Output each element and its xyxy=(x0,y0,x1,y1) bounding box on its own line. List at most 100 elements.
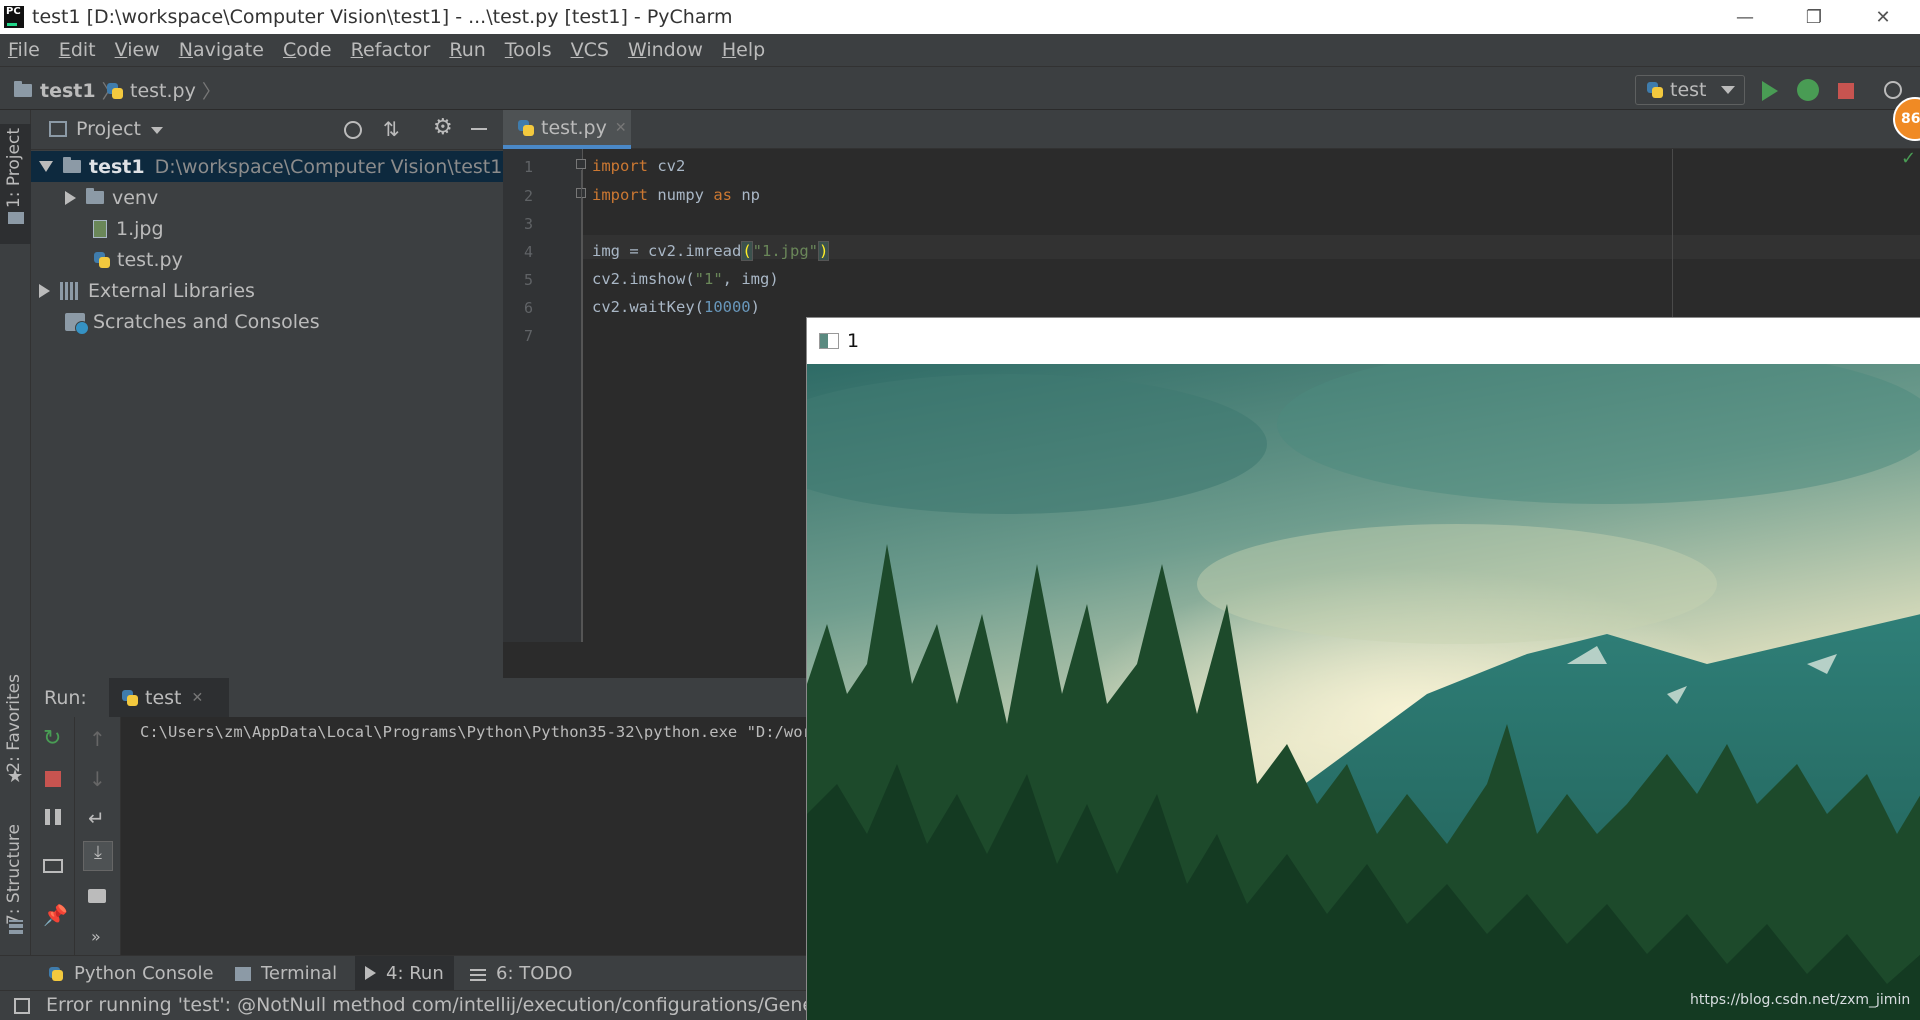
image-window-titlebar[interactable]: 1 xyxy=(807,318,1920,364)
layout-icon[interactable] xyxy=(43,859,63,873)
minimize-button[interactable]: — xyxy=(1717,0,1773,34)
tree-item-label: 1.jpg xyxy=(116,217,164,240)
line-number: 1 xyxy=(523,158,533,176)
code-line-4[interactable]: img = cv2.imread("1.jpg") xyxy=(592,241,830,261)
toggle-tool-windows-icon[interactable] xyxy=(14,998,30,1014)
tree-item-label: External Libraries xyxy=(88,279,255,302)
image-window: 1 xyxy=(806,317,1920,1020)
image-file-icon xyxy=(93,219,107,238)
scroll-to-end-icon[interactable]: ⤓ xyxy=(83,841,113,871)
rerun-icon[interactable]: ↻ xyxy=(43,728,63,750)
window-titlebar: PC test1 [D:\workspace\Computer Vision\t… xyxy=(0,0,1920,34)
run-tab-test[interactable]: test ✕ xyxy=(109,678,229,717)
code-line-6[interactable]: cv2.waitKey(10000) xyxy=(592,298,760,316)
code-line-5[interactable]: cv2.imshow("1", img) xyxy=(592,270,779,288)
console-output[interactable]: C:\Users\zm\AppData\Local\Programs\Pytho… xyxy=(140,723,831,741)
tree-item-path: D:\workspace\Computer Vision\test1 xyxy=(154,155,503,178)
menu-file[interactable]: File xyxy=(8,39,40,61)
code-text: ) xyxy=(750,298,760,316)
editor-tab-test-py[interactable]: test.py ✕ xyxy=(503,110,631,149)
pycharm-screen: PC test1 [D:\workspace\Computer Vision\t… xyxy=(0,0,1920,1020)
menu-navigate[interactable]: Navigate xyxy=(179,39,264,61)
menu-run[interactable]: Run xyxy=(449,39,485,61)
run-icon[interactable] xyxy=(1762,81,1778,101)
gear-icon[interactable]: ⚙ xyxy=(433,115,453,140)
tree-item-label: Scratches and Consoles xyxy=(93,310,320,333)
tab-run[interactable]: 4: Run xyxy=(355,956,454,990)
app-icon xyxy=(819,333,839,349)
stop-icon[interactable] xyxy=(45,771,61,787)
tab-python-console[interactable]: Python Console xyxy=(48,963,214,984)
stop-icon[interactable] xyxy=(1838,83,1854,99)
run-panel-label: Run: xyxy=(44,687,87,709)
code-text: np xyxy=(732,186,760,204)
print-icon[interactable] xyxy=(88,889,106,903)
line-number: 3 xyxy=(523,215,533,233)
menu-edit[interactable]: Edit xyxy=(59,39,96,61)
pause-icon[interactable] xyxy=(45,809,61,825)
soft-wrap-icon[interactable]: ↵ xyxy=(88,806,108,830)
navigation-bar: test1 〉 test.py 〉 test xyxy=(0,66,1920,110)
run-configuration-select[interactable]: test xyxy=(1635,75,1745,105)
code-line-1[interactable]: import cv2 xyxy=(592,157,685,175)
tree-item-external-libraries[interactable]: External Libraries xyxy=(31,275,503,306)
line-number: 5 xyxy=(523,271,533,289)
tool-tab-structure[interactable]: 7: Structure xyxy=(4,824,24,925)
down-arrow-icon[interactable]: ↓ xyxy=(89,767,109,791)
menu-vcs[interactable]: VCS xyxy=(571,39,609,61)
code-line-2[interactable]: import numpy as np xyxy=(592,186,760,204)
breadcrumb-file[interactable]: test.py 〉 xyxy=(106,77,227,104)
expanded-arrow-icon xyxy=(39,161,53,172)
collapse-all-icon[interactable]: ⇅ xyxy=(383,117,400,141)
todo-icon xyxy=(470,966,486,981)
tree-item-venv[interactable]: venv xyxy=(31,182,503,213)
tree-item-test1[interactable]: test1 D:\workspace\Computer Vision\test1 xyxy=(31,151,503,182)
restore-button[interactable]: ❐ xyxy=(1786,0,1842,34)
tab-label: Terminal xyxy=(261,963,338,984)
search-icon[interactable] xyxy=(1884,81,1902,99)
menu-window[interactable]: Window xyxy=(628,39,703,61)
tree-item-label: venv xyxy=(112,186,159,209)
menu-help[interactable]: Help xyxy=(722,39,765,61)
debug-icon[interactable] xyxy=(1797,79,1819,101)
tree-item-test-py[interactable]: test.py xyxy=(31,244,503,275)
tab-todo[interactable]: 6: TODO xyxy=(470,963,572,984)
tool-tab-favorites[interactable]: 2: Favorites xyxy=(4,674,24,773)
menu-view[interactable]: View xyxy=(115,39,160,61)
menu-code[interactable]: Code xyxy=(283,39,332,61)
line-number: 2 xyxy=(523,187,533,205)
code-keyword: as xyxy=(713,186,732,204)
locate-icon[interactable] xyxy=(344,121,362,139)
tab-terminal[interactable]: Terminal xyxy=(235,963,337,984)
menu-tools[interactable]: Tools xyxy=(505,39,552,61)
menu-bar: File Edit View Navigate Code Refactor Ru… xyxy=(0,34,1920,66)
line-number: 7 xyxy=(523,327,533,345)
code-text: img = cv2.imread xyxy=(592,242,742,260)
close-tab-icon[interactable]: ✕ xyxy=(615,120,627,136)
menu-refactor[interactable]: Refactor xyxy=(351,39,431,61)
run-icon xyxy=(365,966,376,980)
tree-item-scratches[interactable]: Scratches and Consoles xyxy=(31,306,503,337)
fold-icon[interactable] xyxy=(576,159,586,169)
status-message[interactable]: Error running 'test': @NotNull method co… xyxy=(46,994,864,1016)
code-string: "1.jpg" xyxy=(752,242,818,260)
code-number: 10000 xyxy=(703,298,751,316)
tool-tab-project-label[interactable]: 1: Project xyxy=(4,128,24,208)
scratches-icon xyxy=(65,312,89,335)
image-window-title: 1 xyxy=(847,330,860,352)
project-panel-title[interactable]: Project xyxy=(76,118,141,140)
close-button[interactable]: ✕ xyxy=(1855,0,1911,34)
tab-label: Python Console xyxy=(74,963,214,984)
hide-icon[interactable] xyxy=(471,128,487,130)
chevron-down-icon[interactable] xyxy=(151,127,163,134)
structure-icon xyxy=(9,920,23,934)
close-tab-icon[interactable]: ✕ xyxy=(192,690,204,706)
folder-icon xyxy=(63,157,81,173)
run-tab-label: test xyxy=(145,686,182,709)
folder-icon xyxy=(14,81,32,97)
collapsed-arrow-icon xyxy=(39,283,50,298)
up-arrow-icon[interactable]: ↑ xyxy=(89,727,109,751)
tree-item-1-jpg[interactable]: 1.jpg xyxy=(31,213,503,244)
pin-icon[interactable]: 📌 xyxy=(43,903,68,927)
more-icon[interactable]: » xyxy=(91,927,111,947)
